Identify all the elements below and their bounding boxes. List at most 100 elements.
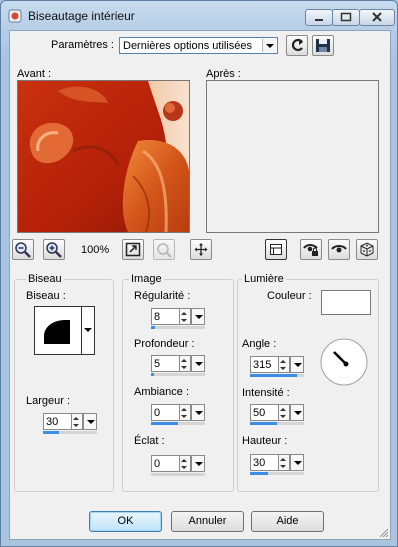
random-dice-icon: [360, 242, 374, 257]
before-preview-image[interactable]: [17, 80, 190, 233]
save-button[interactable]: [312, 35, 334, 56]
before-label: Avant :: [17, 68, 52, 80]
depth-label: Profondeur :: [134, 338, 195, 350]
smoothness-field[interactable]: 8: [151, 308, 180, 325]
toggle-preview-icon: [270, 244, 282, 255]
zoom-in-icon: [46, 242, 62, 258]
move-button[interactable]: [190, 239, 212, 260]
width-slider[interactable]: [43, 431, 97, 434]
app-icon: [8, 9, 22, 23]
shininess-slider[interactable]: [151, 473, 205, 476]
minimize-button[interactable]: [305, 9, 333, 26]
smoothness-menu-button[interactable]: [191, 308, 205, 325]
depth-field[interactable]: 5: [151, 355, 180, 372]
angle-menu-button[interactable]: [290, 356, 304, 373]
chevron-down-icon: [262, 39, 276, 52]
close-icon: [372, 12, 382, 22]
smoothness-value: 8: [154, 311, 161, 323]
intensity-menu-button[interactable]: [290, 404, 304, 421]
intensity-field[interactable]: 50: [250, 404, 279, 421]
eye-lock-icon: [303, 244, 318, 256]
shininess-value: 0: [154, 458, 161, 470]
random-button[interactable]: [356, 239, 378, 260]
bevel-label: Biseau :: [26, 290, 66, 302]
angle-value: 315: [253, 359, 272, 371]
image-group-title: Image: [129, 273, 164, 285]
smoothness-stepper[interactable]: [180, 308, 191, 325]
ambience-label: Ambiance :: [134, 386, 190, 398]
width-menu-button[interactable]: [83, 413, 97, 430]
params-label: Paramètres :: [51, 39, 114, 51]
intensity-slider[interactable]: [250, 422, 304, 425]
intensity-stepper[interactable]: [279, 404, 290, 421]
window-title: Biseautage intérieur: [28, 9, 135, 23]
chevron-down-icon: [81, 307, 94, 354]
angle-slider[interactable]: [250, 374, 304, 377]
elevation-label: Hauteur :: [242, 435, 288, 447]
shininess-field[interactable]: 0: [151, 455, 180, 472]
depth-slider[interactable]: [151, 373, 205, 376]
ambience-menu-button[interactable]: [191, 404, 205, 421]
elevation-menu-button[interactable]: [290, 454, 304, 471]
dialog-window: Biseautage intérieur Paramètres : Derniè…: [0, 0, 398, 547]
angle-label: Angle :: [242, 338, 277, 350]
title-bar[interactable]: Biseautage intérieur: [1, 1, 397, 31]
help-button[interactable]: Aide: [251, 511, 324, 532]
fit-window-icon: [125, 242, 141, 257]
pan-disabled-button: [153, 239, 175, 260]
eye-icon: [331, 245, 347, 253]
params-select[interactable]: Dernières options utilisées: [119, 37, 278, 54]
ambience-value: 0: [154, 407, 161, 419]
eye-lock-button[interactable]: [300, 239, 322, 260]
angle-stepper[interactable]: [279, 356, 290, 373]
elevation-value: 30: [253, 457, 266, 469]
params-value: Dernières options utilisées: [123, 40, 253, 52]
elevation-slider[interactable]: [250, 472, 304, 475]
pan-disabled-icon: [157, 243, 172, 258]
close-button[interactable]: [359, 9, 395, 26]
color-label: Couleur :: [267, 290, 312, 302]
shininess-label: Éclat :: [134, 435, 165, 447]
light-color-swatch[interactable]: [321, 290, 371, 315]
width-stepper[interactable]: [72, 413, 83, 430]
fit-window-button[interactable]: [122, 239, 144, 260]
zoom-out-button[interactable]: [12, 239, 34, 260]
width-field[interactable]: 30: [43, 413, 72, 430]
ok-button[interactable]: OK: [89, 511, 162, 532]
resize-grip-icon[interactable]: [377, 526, 389, 538]
bevel-shape-preview: [44, 320, 70, 344]
shininess-menu-button[interactable]: [191, 455, 205, 472]
after-label: Après :: [206, 68, 241, 80]
depth-stepper[interactable]: [180, 355, 191, 372]
ambience-slider[interactable]: [151, 422, 205, 425]
intensity-value: 50: [253, 407, 266, 419]
zoom-in-button[interactable]: [43, 239, 65, 260]
maximize-icon: [340, 12, 352, 22]
reset-icon: [291, 38, 303, 52]
angle-dial[interactable]: [319, 337, 369, 387]
move-icon: [194, 243, 208, 256]
reset-button[interactable]: [286, 35, 308, 56]
light-group-title: Lumière: [242, 273, 286, 285]
save-icon: [316, 39, 330, 52]
toggle-preview-button[interactable]: [265, 239, 287, 260]
angle-field[interactable]: 315: [250, 356, 279, 373]
eye-button[interactable]: [328, 239, 350, 260]
cancel-button[interactable]: Annuler: [171, 511, 244, 532]
elevation-field[interactable]: 30: [250, 454, 279, 471]
ambience-stepper[interactable]: [180, 404, 191, 421]
zoom-level: 100%: [81, 244, 110, 256]
shininess-stepper[interactable]: [180, 455, 191, 472]
zoom-out-icon: [15, 242, 31, 258]
depth-menu-button[interactable]: [191, 355, 205, 372]
width-value: 30: [46, 416, 59, 428]
after-preview-image[interactable]: [206, 80, 379, 233]
elevation-stepper[interactable]: [279, 454, 290, 471]
ambience-field[interactable]: 0: [151, 404, 180, 421]
bevel-shape-select[interactable]: [34, 306, 95, 355]
depth-value: 5: [154, 358, 161, 370]
smoothness-slider[interactable]: [151, 326, 205, 329]
preview-photo: [18, 81, 189, 232]
maximize-button[interactable]: [332, 9, 360, 26]
bevel-group-title: Biseau: [26, 273, 64, 285]
